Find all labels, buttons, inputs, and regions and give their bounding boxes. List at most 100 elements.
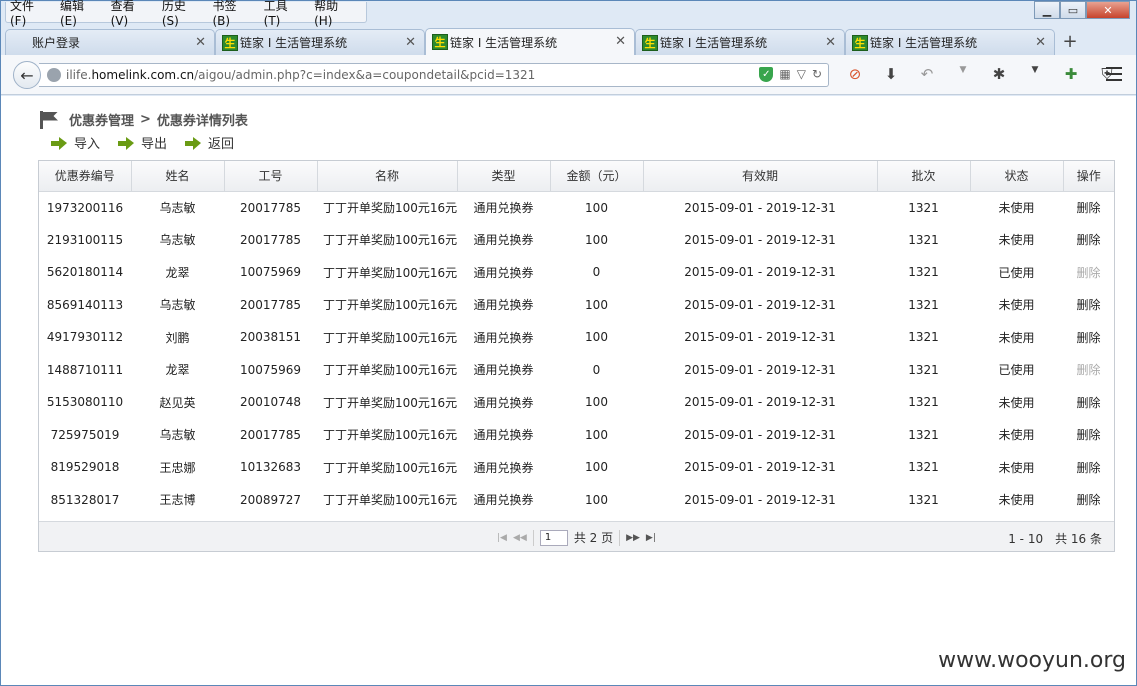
table-cell-type: 通用兑换券 — [473, 330, 534, 345]
table-cell-valid: 2015-09-01 - 2019-12-31 — [684, 460, 836, 475]
window-controls: ▁ ▭ ✕ — [1034, 1, 1130, 19]
column-header[interactable]: 状态 — [970, 161, 1064, 192]
table-cell-title: 丁丁开单奖励100元16元 — [323, 395, 457, 410]
table-row[interactable]: 4917930112 刘鹏 20038151 丁丁开单奖励100元16元 通用兑换券 10… — [39, 321, 1114, 354]
first-page-icon[interactable]: |◀ — [497, 533, 507, 543]
minimize-button[interactable]: ▁ — [1034, 1, 1060, 19]
menu-help[interactable]: 帮助(H) — [314, 0, 353, 28]
adblock-icon[interactable]: ⊘ — [837, 65, 873, 83]
dropdown-icon[interactable]: ▽ — [797, 67, 806, 82]
table-row[interactable]: 725975019 乌志敏 20017785 丁丁开单奖励100元16元 通用兑换券 10… — [39, 419, 1114, 452]
tab-ilife-1[interactable]: 生 链家 I 生活管理系统 ✕ — [215, 29, 425, 55]
table-row[interactable]: 2193100115 乌志敏 20017785 丁丁开单奖励100元16元 通用兑换券 1… — [39, 224, 1114, 257]
prev-page-icon[interactable]: ◀◀ — [513, 533, 527, 543]
table-cell-amount: 100 — [585, 395, 608, 410]
table-cell-id: 1973200116 — [46, 200, 124, 215]
table-cell-type: 通用兑换券 — [473, 298, 534, 313]
table-cell-status: 未使用 — [998, 428, 1035, 443]
delete-button[interactable]: 删除 — [1063, 484, 1114, 517]
tab-ilife-4[interactable]: 生 链家 I 生活管理系统 ✕ — [845, 29, 1055, 55]
table-row[interactable]: 5620180114 龙翠 10075969 丁丁开单奖励100元16元 通用兑换券 0 2… — [39, 256, 1114, 289]
column-header[interactable]: 批次 — [877, 161, 971, 192]
delete-button[interactable]: 删除 — [1063, 224, 1114, 257]
column-header[interactable]: 姓名 — [131, 161, 225, 192]
column-header[interactable]: 金额（元） — [550, 161, 644, 192]
table-row[interactable]: 851328017 王志博 20089727 丁丁开单奖励100元16元 通用兑换券 10… — [39, 484, 1114, 517]
column-header[interactable]: 类型 — [457, 161, 551, 192]
table-row[interactable]: 1488710111 龙翠 10075969 丁丁开单奖励100元16元 通用兑换券 0 2… — [39, 354, 1114, 387]
globe-icon — [47, 68, 61, 82]
menu-tools[interactable]: 工具(T) — [264, 0, 301, 28]
table-cell-name: 龙翠 — [165, 265, 190, 280]
close-tab-icon[interactable]: ✕ — [825, 35, 836, 50]
back-link-button[interactable]: 返回 — [185, 133, 234, 152]
table-cell-batch: 1321 — [908, 297, 939, 312]
reload-icon[interactable]: ↻ — [812, 67, 822, 82]
tab-account-login[interactable]: 账户登录 ✕ — [5, 29, 215, 55]
download-icon[interactable]: ⬇ — [873, 65, 909, 83]
delete-button[interactable]: 删除 — [1063, 191, 1114, 224]
url-text[interactable]: ilife.homelink.com.cn/aigou/admin.php?c=… — [66, 68, 535, 82]
column-header[interactable]: 有效期 — [643, 161, 878, 192]
ilife-favicon-icon: 生 — [432, 34, 448, 50]
security-shield-icon[interactable]: ✓ — [759, 67, 774, 82]
menu-edit[interactable]: 编辑(E) — [60, 0, 98, 28]
tab-label: 链家 I 生活管理系统 — [660, 36, 768, 50]
tab-ilife-3[interactable]: 生 链家 I 生活管理系统 ✕ — [635, 29, 845, 55]
table-cell-title: 丁丁开单奖励100元16元 — [323, 233, 457, 248]
menu-history[interactable]: 历史(S) — [162, 0, 200, 28]
table-cell-batch: 1321 — [908, 265, 939, 280]
menu-hamburger-icon[interactable] — [1106, 67, 1122, 85]
table-cell-valid: 2015-09-01 - 2019-12-31 — [684, 395, 836, 410]
new-tab-button[interactable]: + — [1055, 28, 1085, 55]
table-cell-name: 王志博 — [159, 493, 196, 508]
table-row[interactable]: 1973200116 乌志敏 20017785 丁丁开单奖励100元16元 通用兑换券 1… — [39, 191, 1114, 224]
maximize-button[interactable]: ▭ — [1060, 1, 1086, 19]
url-path: /aigou/admin.php?c=index&a=coupondetail&… — [194, 68, 536, 82]
menu-bookmarks[interactable]: 书签(B) — [212, 0, 250, 28]
close-tab-icon[interactable]: ✕ — [195, 35, 206, 50]
table-cell-name: 乌志敏 — [159, 201, 196, 215]
addon-icon[interactable]: ✚ — [1053, 65, 1089, 83]
delete-button: 删除 — [1076, 265, 1101, 280]
table-cell-name: 赵见英 — [159, 395, 196, 410]
close-tab-icon[interactable]: ✕ — [1035, 35, 1046, 50]
undo-icon[interactable]: ↶ — [909, 65, 945, 83]
menu-view[interactable]: 查看(V) — [111, 0, 149, 28]
menu-file[interactable]: 文件(F) — [10, 0, 47, 28]
delete-button[interactable]: 删除 — [1063, 451, 1114, 484]
table-row[interactable]: 5153080110 赵见英 20010748 丁丁开单奖励100元16元 通用兑换券 1… — [39, 386, 1114, 419]
import-button[interactable]: 导入 — [51, 133, 100, 152]
export-button[interactable]: 导出 — [118, 133, 167, 152]
page-number-input[interactable]: 1 — [539, 529, 568, 546]
qr-code-icon[interactable]: ▦ — [779, 67, 790, 82]
table-cell-type: 通用兑换券 — [473, 428, 534, 443]
close-tab-icon[interactable]: ✕ — [615, 34, 626, 49]
table-cell-title: 丁丁开单奖励100元16元 — [323, 201, 457, 215]
column-header[interactable]: 操作 — [1063, 161, 1114, 192]
ilife-favicon-icon: 生 — [222, 35, 238, 51]
delete-button[interactable]: 删除 — [1063, 289, 1114, 322]
dropdown-icon[interactable]: ▼ — [1017, 65, 1053, 83]
extension-icon[interactable]: ✱ — [981, 65, 1017, 83]
column-header[interactable]: 名称 — [317, 161, 458, 192]
table-cell-amount: 100 — [585, 297, 608, 312]
last-page-icon[interactable]: ▶| — [646, 533, 656, 543]
dropdown-icon[interactable]: ▼ — [945, 65, 981, 83]
table-row[interactable]: 8569140113 乌志敏 20017785 丁丁开单奖励100元16元 通用兑换券 1… — [39, 289, 1114, 322]
column-header[interactable]: 优惠券编号 — [39, 161, 132, 192]
table-cell-emp: 20089727 — [239, 492, 302, 507]
next-page-icon[interactable]: ▶▶ — [626, 533, 640, 543]
url-bar[interactable]: ilife.homelink.com.cn/aigou/admin.php?c=… — [39, 63, 829, 87]
table-row[interactable]: 819529018 王忠娜 10132683 丁丁开单奖励100元16元 通用兑换券 10… — [39, 451, 1114, 484]
back-button[interactable]: ← — [13, 61, 41, 89]
column-header[interactable]: 工号 — [224, 161, 318, 192]
breadcrumb-parent[interactable]: 优惠券管理 — [69, 110, 134, 129]
table-cell-name: 乌志敏 — [159, 298, 196, 313]
delete-button[interactable]: 删除 — [1063, 386, 1114, 419]
delete-button[interactable]: 删除 — [1063, 321, 1114, 354]
delete-button[interactable]: 删除 — [1063, 419, 1114, 452]
close-tab-icon[interactable]: ✕ — [405, 35, 416, 50]
close-window-button[interactable]: ✕ — [1086, 1, 1130, 19]
tab-ilife-active[interactable]: 生 链家 I 生活管理系统 ✕ — [425, 28, 635, 55]
